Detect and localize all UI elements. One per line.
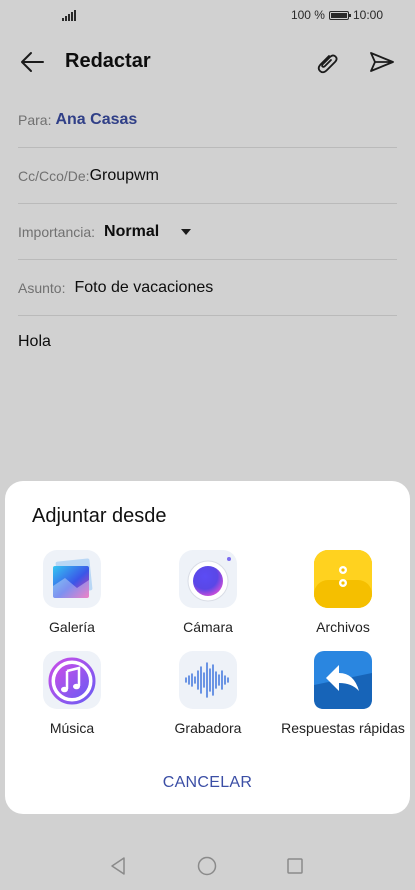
triangle-back-icon [111, 857, 125, 875]
option-camera[interactable]: Cámara [143, 550, 273, 640]
compose-screen: 100 % 10:00 Redactar Para: Ana Casas Cc/… [0, 0, 415, 890]
nav-back-button[interactable] [106, 854, 130, 878]
option-music[interactable]: Música [7, 651, 137, 741]
option-label: Grabadora [174, 720, 242, 736]
option-files[interactable]: Archivos [278, 550, 408, 640]
gallery-icon [43, 550, 101, 608]
nav-home-button[interactable] [195, 854, 219, 878]
option-quick-reply[interactable]: Respuestas rápidas [278, 651, 408, 741]
music-icon [43, 651, 101, 709]
quick-reply-icon [314, 651, 372, 709]
attach-sheet: Adjuntar desde Galería Cámara Archivos M… [5, 481, 410, 814]
option-gallery[interactable]: Galería [7, 550, 137, 640]
camera-icon [179, 550, 237, 608]
files-icon [314, 550, 372, 608]
option-recorder[interactable]: Grabadora [143, 651, 273, 741]
option-label: Galería [49, 619, 95, 635]
option-label: Respuestas rápidas [281, 720, 405, 736]
recorder-icon [179, 651, 237, 709]
nav-recents-button[interactable] [283, 854, 307, 878]
cancel-button[interactable]: CANCELAR [125, 770, 290, 796]
sheet-title: Adjuntar desde [32, 505, 167, 527]
option-label: Música [49, 720, 95, 736]
square-recents-icon [287, 858, 303, 874]
navigation-bar [0, 842, 415, 890]
circle-home-icon [197, 856, 217, 876]
option-label: Archivos [316, 619, 370, 635]
option-label: Cámara [183, 619, 233, 635]
